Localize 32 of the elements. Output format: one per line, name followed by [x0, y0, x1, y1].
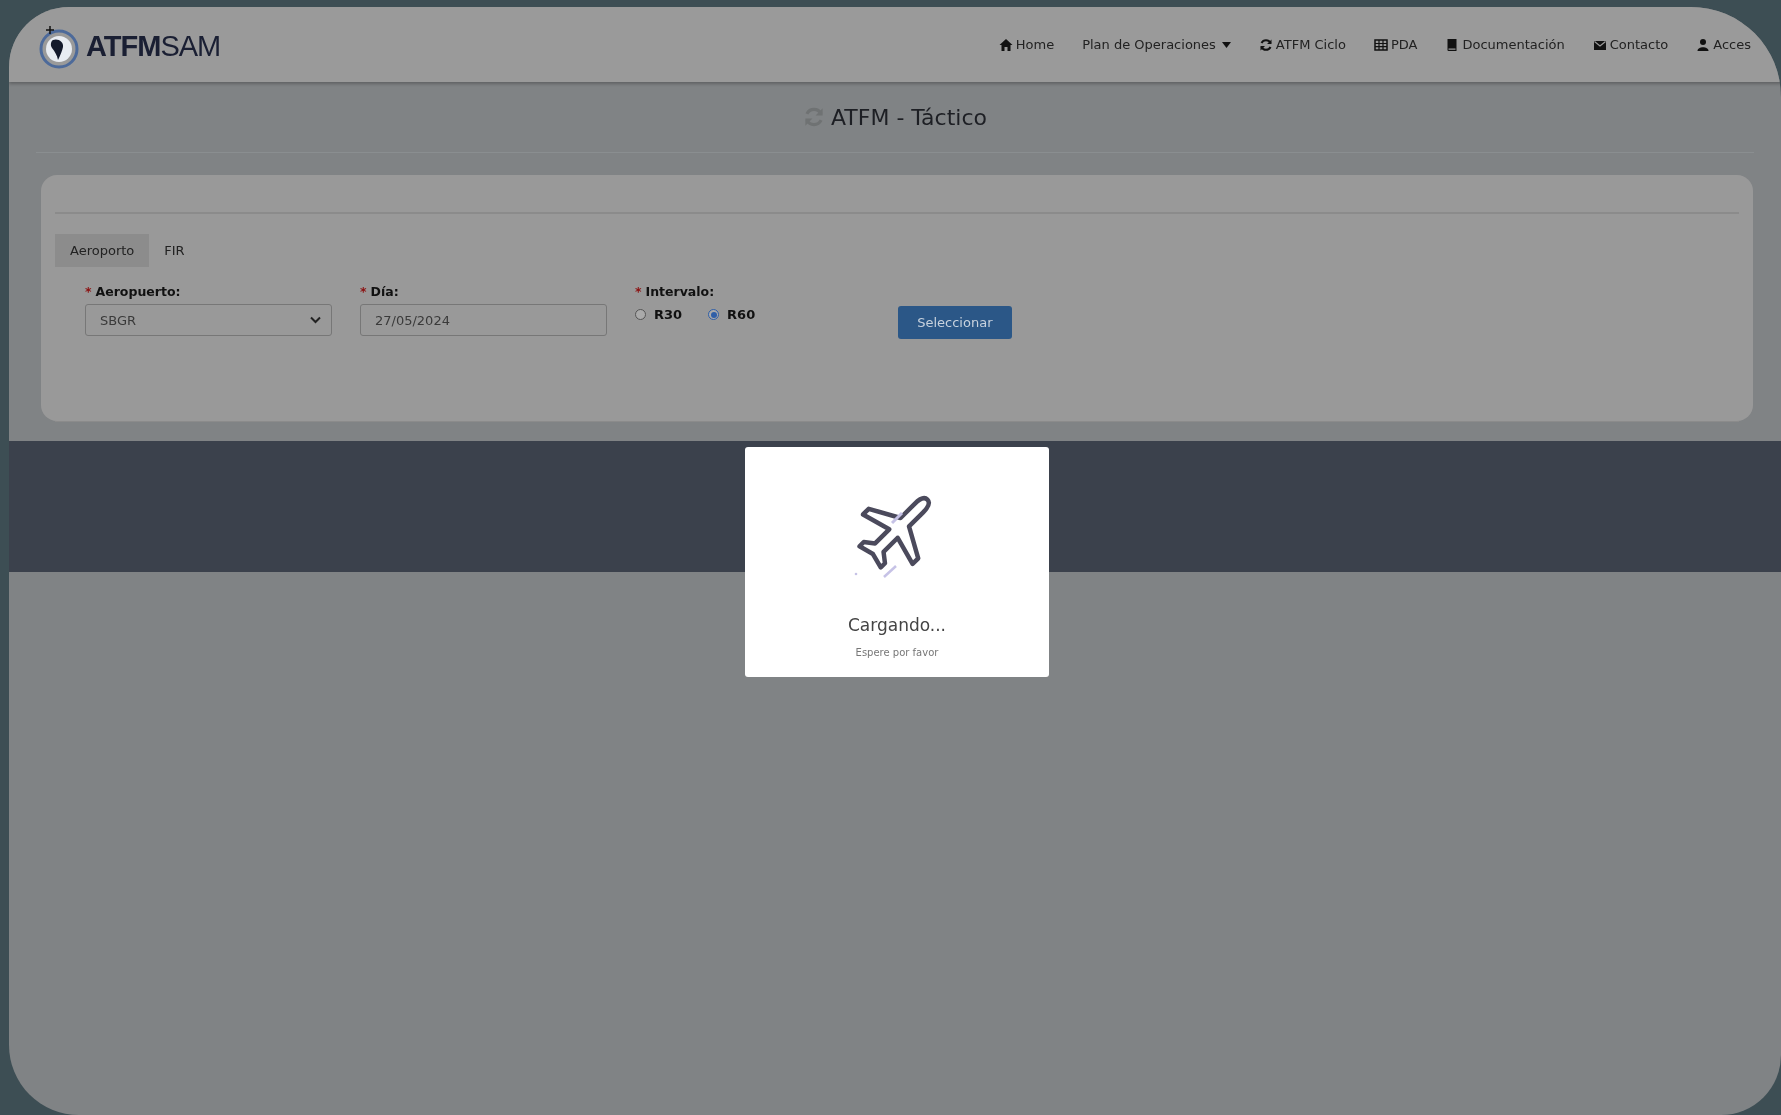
field-label: Día:	[370, 284, 399, 299]
chevron-down-icon	[310, 316, 321, 324]
user-icon	[1696, 37, 1711, 52]
tab[interactable]: FIR	[149, 234, 200, 267]
nav-link[interactable]: Documentación	[1445, 37, 1565, 52]
loading-title: Cargando...	[847, 615, 947, 635]
radio-label: R60	[727, 307, 756, 322]
required-mark: *	[360, 284, 367, 299]
page-title: ATFM - Táctico	[831, 104, 987, 130]
home-icon	[998, 37, 1013, 52]
nav-link[interactable]: PDA	[1373, 37, 1418, 52]
radio-label: R30	[654, 307, 683, 322]
select-button[interactable]: Seleccionar	[898, 306, 1012, 339]
nav-link[interactable]: Contacto	[1592, 37, 1669, 52]
tab[interactable]: Aeroporto	[55, 234, 150, 267]
required-mark: *	[635, 284, 642, 299]
field-label: Intervalo:	[645, 284, 715, 299]
loading-message: Espere por favor	[855, 647, 939, 658]
refresh-icon	[1258, 37, 1273, 52]
logo-text[interactable]: ATFMSAM	[86, 30, 221, 63]
nav-link[interactable]: Home	[998, 37, 1055, 52]
book-icon	[1445, 37, 1460, 52]
nav-link[interactable]: Plan de Operaciones	[1082, 37, 1231, 52]
nav-link[interactable]: Acces	[1696, 37, 1751, 52]
date-input-field[interactable]: 27/05/2024	[360, 304, 607, 336]
required-mark: *	[85, 284, 92, 299]
table-icon	[1373, 37, 1388, 52]
airport-select[interactable]: SBGR	[85, 304, 332, 336]
field-label: Aeropuerto:	[95, 284, 181, 299]
radio-button[interactable]	[635, 309, 646, 320]
radio-button[interactable]	[708, 309, 720, 320]
nav-link[interactable]: ATFM Ciclo	[1258, 37, 1346, 52]
